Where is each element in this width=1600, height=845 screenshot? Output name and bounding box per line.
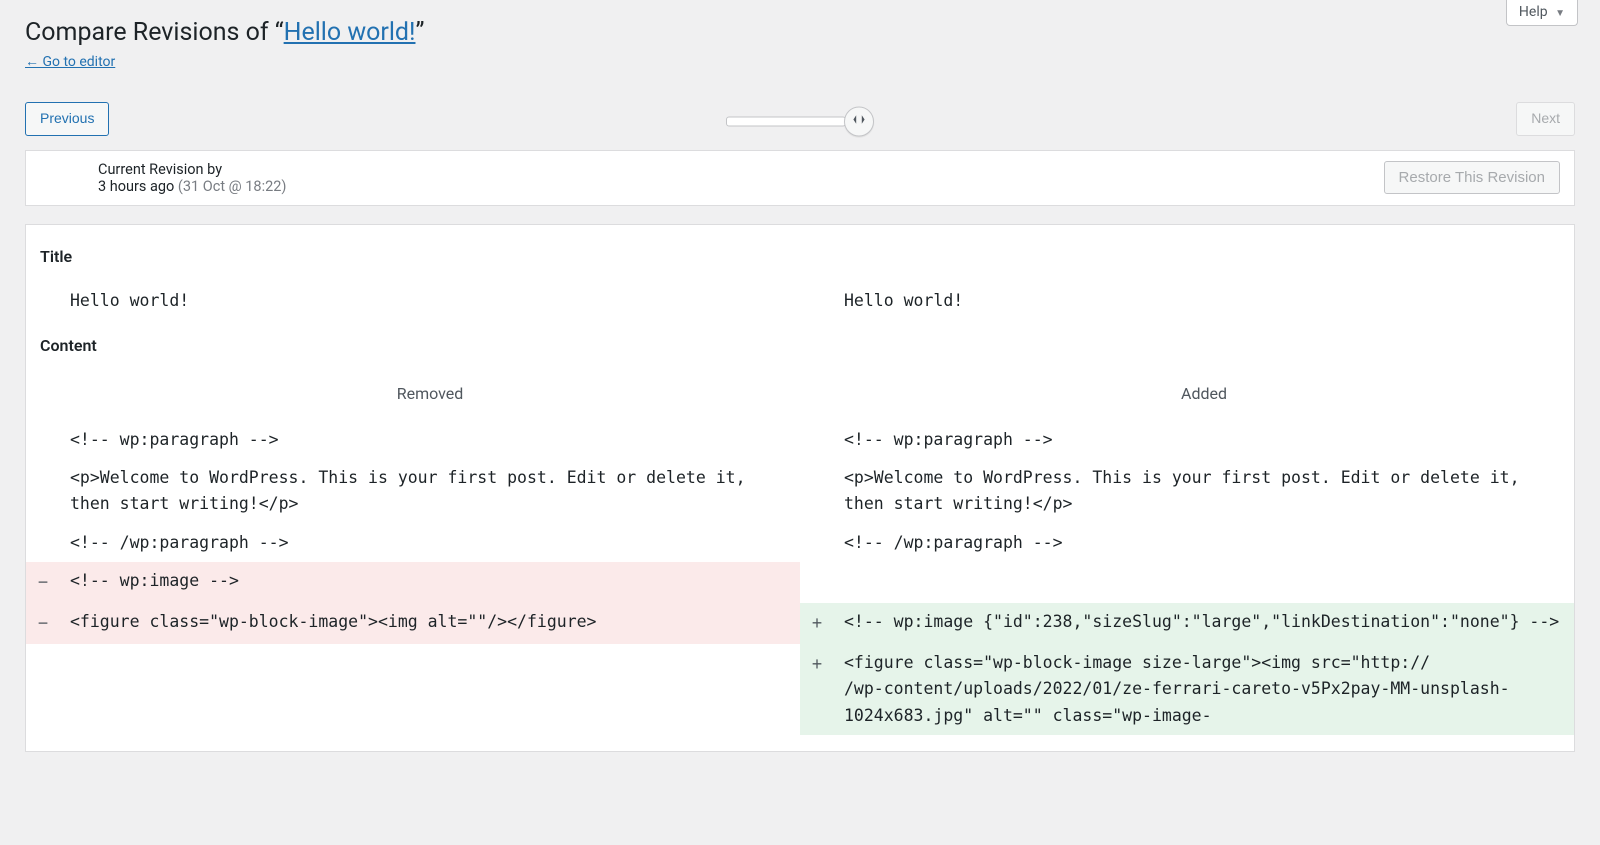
diff-gutter — [800, 524, 834, 562]
help-tab[interactable]: Help ▼ — [1506, 0, 1578, 26]
diff-gutter — [26, 282, 60, 320]
diff-cell-left — [60, 644, 800, 735]
slider-track[interactable] — [726, 116, 846, 126]
diff-gutter — [26, 644, 60, 735]
revision-slider[interactable] — [726, 106, 874, 136]
revision-time-ago: 3 hours ago — [98, 178, 174, 195]
go-to-editor-link[interactable]: ← Go to editor — [25, 53, 115, 70]
diff-gutter — [26, 421, 60, 459]
restore-revision-button: Restore This Revision — [1384, 161, 1560, 194]
diff-cell-right: Hello world! — [834, 282, 1574, 320]
revision-author-line: Current Revision by — [98, 161, 286, 178]
help-label: Help — [1519, 4, 1548, 20]
diff-added-header: Added — [834, 371, 1574, 421]
diff-cell-added: <figure class="wp-block-image size-large… — [834, 644, 1574, 735]
diff-cell-removed: <!-- wp:image --> — [60, 562, 800, 603]
diff-gutter — [800, 282, 834, 320]
post-title-link[interactable]: Hello world! — [284, 18, 416, 47]
diff-gutter-added: + — [800, 603, 834, 644]
diff-gutter-added: + — [800, 644, 834, 735]
diff-cell-right — [834, 562, 1574, 603]
previous-button[interactable]: Previous — [25, 102, 109, 136]
revision-nav-row: Previous Next — [25, 96, 1575, 150]
diff-cell-right: <!-- wp:paragraph --> — [834, 421, 1574, 459]
diff-cell-left: <p>Welcome to WordPress. This is your fi… — [60, 459, 800, 524]
diff-panel: Title Hello world! Hello world! Content — [25, 224, 1575, 752]
diff-cell-added: <!-- wp:image {"id":238,"sizeSlug":"larg… — [834, 603, 1574, 644]
diff-gutter-removed: − — [26, 562, 60, 603]
diff-title-table: Hello world! Hello world! — [26, 282, 1574, 320]
diff-gutter — [800, 421, 834, 459]
title-prefix: Compare Revisions of “ — [25, 18, 284, 47]
page-title: Compare Revisions of “Hello world!” — [25, 0, 1575, 47]
diff-cell-removed: <figure class="wp-block-image"><img alt=… — [60, 603, 800, 644]
compare-icon — [852, 112, 866, 130]
chevron-down-icon: ▼ — [1555, 8, 1565, 19]
next-button: Next — [1516, 102, 1575, 136]
diff-gutter — [800, 562, 834, 603]
diff-gutter-removed: − — [26, 603, 60, 644]
diff-removed-header: Removed — [60, 371, 800, 421]
diff-gutter — [26, 459, 60, 524]
diff-section-content: Content — [40, 336, 1574, 355]
revision-time-line: 3 hours ago (31 Oct @ 18:22) — [98, 178, 286, 195]
diff-cell-right: <p>Welcome to WordPress. This is your fi… — [834, 459, 1574, 524]
diff-cell-left: <!-- /wp:paragraph --> — [60, 524, 800, 562]
diff-section-title: Title — [40, 247, 1574, 266]
diff-cell-right: <!-- /wp:paragraph --> — [834, 524, 1574, 562]
diff-cell-left: <!-- wp:paragraph --> — [60, 421, 800, 459]
revision-timestamp: (31 Oct @ 18:22) — [178, 178, 287, 195]
diff-content-table: Removed Added <!-- wp:paragraph --> <!--… — [26, 371, 1574, 735]
diff-gutter — [26, 524, 60, 562]
diff-cell-left: Hello world! — [60, 282, 800, 320]
title-suffix: ” — [415, 18, 424, 47]
revision-meta-bar: Current Revision by 3 hours ago (31 Oct … — [25, 150, 1575, 206]
slider-handle[interactable] — [844, 106, 874, 136]
diff-gutter — [800, 459, 834, 524]
